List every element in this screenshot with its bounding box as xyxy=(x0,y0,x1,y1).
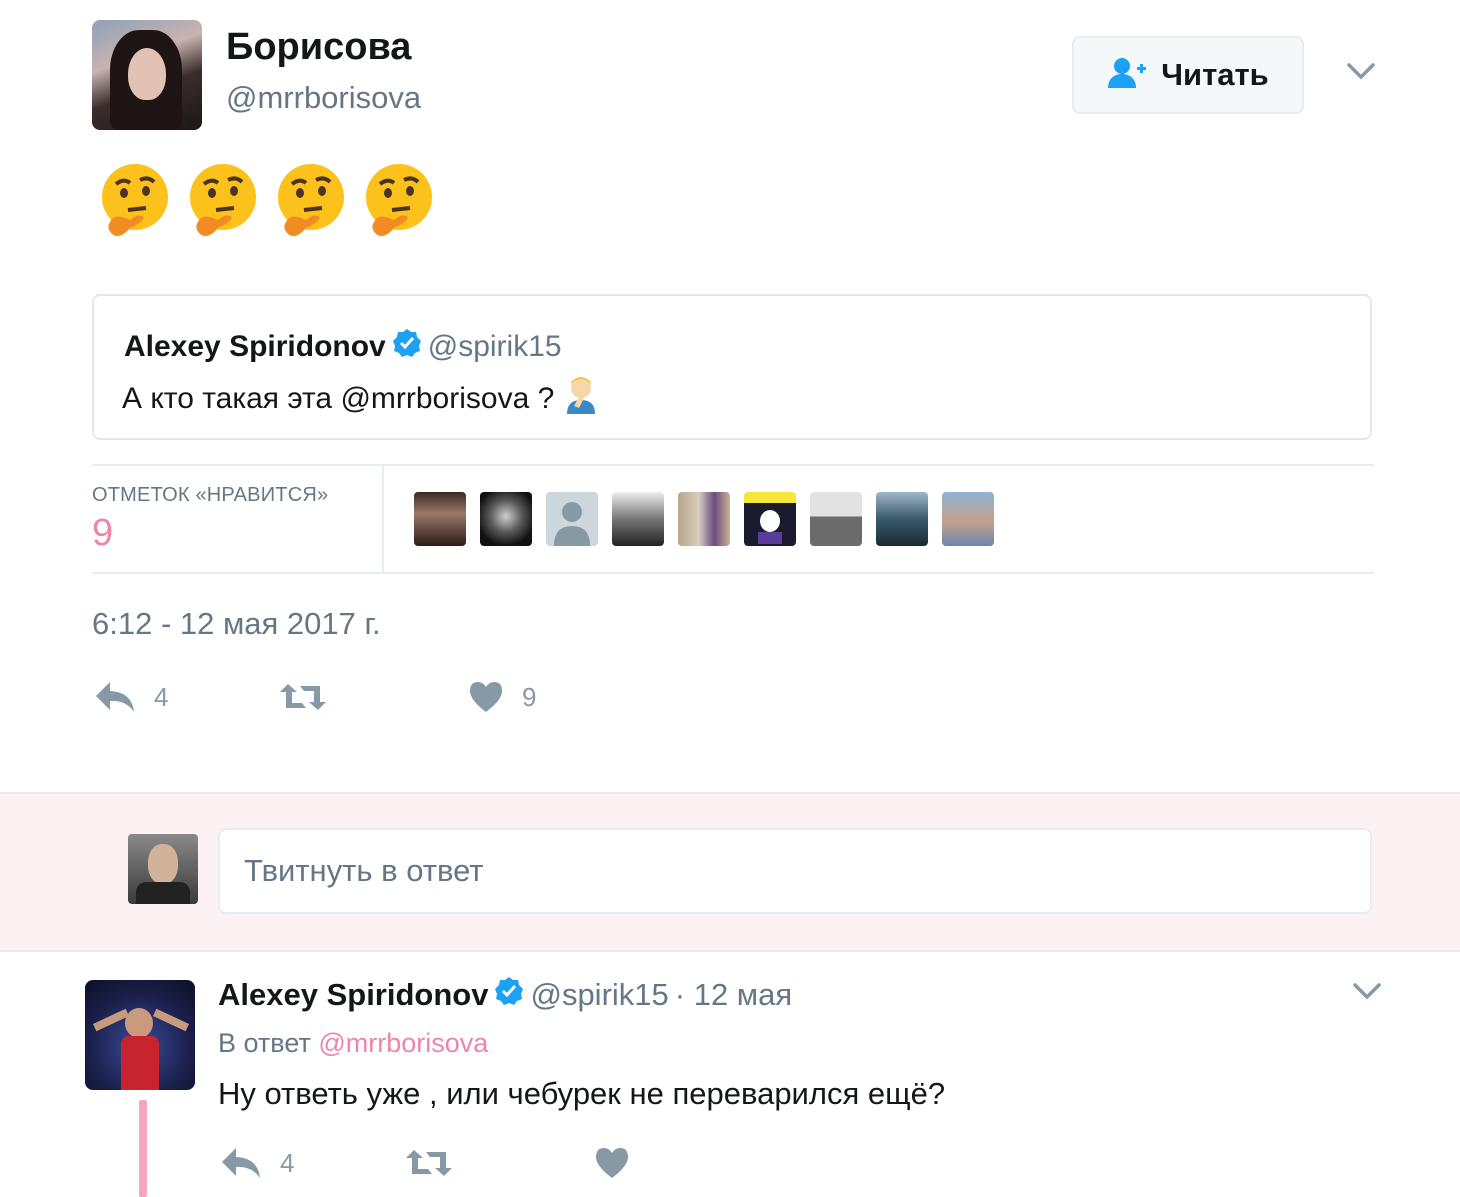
reply-action[interactable]: 4 xyxy=(94,680,168,714)
in-reply-prefix: В ответ xyxy=(218,1028,311,1058)
author-avatar[interactable] xyxy=(92,20,202,130)
liker-avatar[interactable] xyxy=(612,492,664,546)
reply-menu-chevron-down-icon[interactable] xyxy=(1352,980,1382,1007)
verified-badge-icon xyxy=(392,328,422,366)
liker-avatar[interactable] xyxy=(414,492,466,546)
reply-tweet-like-action[interactable] xyxy=(594,1146,630,1180)
quoted-author-handle: @spirik15 xyxy=(427,330,562,363)
reply-tweet-reply-count: 4 xyxy=(280,1147,295,1178)
tweet-menu-chevron-down-icon[interactable] xyxy=(1346,60,1376,87)
liker-avatar[interactable] xyxy=(876,492,928,546)
reply-tweet-retweet-action[interactable] xyxy=(404,1146,454,1180)
tweet-timestamp[interactable]: 6:12 - 12 мая 2017 г. xyxy=(92,606,381,642)
stats-vertical-divider xyxy=(382,466,384,574)
tweet-text-emoji-row xyxy=(100,162,434,242)
follow-button[interactable]: Читать xyxy=(1072,36,1304,114)
like-count: 9 xyxy=(522,681,537,712)
verified-badge-icon xyxy=(494,976,524,1014)
likes-label[interactable]: ОТМЕТОК «НРАВИТСЯ» xyxy=(92,484,328,507)
thread-connector xyxy=(139,1100,147,1197)
liker-avatar[interactable] xyxy=(678,492,730,546)
retweet-icon xyxy=(406,1150,452,1176)
heart-icon xyxy=(596,1148,628,1178)
likes-count[interactable]: 9 xyxy=(92,512,113,555)
reply-count: 4 xyxy=(154,681,169,712)
man-facepalming-icon xyxy=(564,376,598,422)
reply-input-placeholder: Твитнуть в ответ xyxy=(244,853,484,888)
author-handle[interactable]: @mrrborisova xyxy=(226,80,421,116)
reply-tweet-reply-action[interactable]: 4 xyxy=(220,1146,294,1180)
reply-tweet-text: Ну ответь уже , или чебурек не переварил… xyxy=(218,1076,946,1111)
reply-date[interactable]: · 12 мая xyxy=(675,977,792,1013)
liker-avatar-default[interactable] xyxy=(546,492,598,546)
quoted-author-name: Alexey Spiridonov xyxy=(124,330,386,363)
reply-author-handle[interactable]: @spirik15 xyxy=(530,977,668,1013)
stats-top-divider xyxy=(92,464,1374,466)
thinking-face-icon xyxy=(190,164,256,236)
liker-avatar[interactable] xyxy=(480,492,532,546)
reply-icon xyxy=(222,1148,260,1178)
follow-user-icon xyxy=(1107,56,1147,95)
liker-avatar[interactable] xyxy=(942,492,994,546)
likers-avatar-list xyxy=(414,492,994,546)
reply-icon xyxy=(96,682,134,712)
liker-avatar[interactable] xyxy=(744,492,796,546)
in-reply-handle-link[interactable]: @mrrborisova xyxy=(318,1028,488,1058)
reply-author-avatar[interactable] xyxy=(85,980,195,1090)
heart-icon xyxy=(470,682,502,712)
reply-header: Alexey Spiridonov @spirik15 · 12 мая xyxy=(218,976,792,1014)
quoted-tweet-author: Alexey Spiridonov @spirik15 xyxy=(124,328,562,366)
thinking-face-icon xyxy=(102,164,168,236)
reply-author-name[interactable]: Alexey Spiridonov xyxy=(218,977,488,1013)
quoted-tweet-text-row: А кто такая эта @mrrborisova ? xyxy=(122,376,598,422)
like-action[interactable]: 9 xyxy=(468,680,536,714)
in-reply-to: В ответ @mrrborisova xyxy=(218,1028,488,1059)
author-name[interactable]: Борисова xyxy=(226,26,411,69)
quoted-tweet-text: А кто такая эта @mrrborisova ? xyxy=(122,382,555,415)
retweet-action[interactable] xyxy=(278,680,328,714)
thinking-face-icon xyxy=(366,164,432,236)
liker-avatar[interactable] xyxy=(810,492,862,546)
reply-input[interactable]: Твитнуть в ответ xyxy=(218,828,1372,914)
thinking-face-icon xyxy=(278,164,344,236)
follow-button-label: Читать xyxy=(1161,57,1269,92)
current-user-avatar[interactable] xyxy=(128,834,198,904)
quoted-tweet[interactable]: Alexey Spiridonov @spirik15 А кто такая … xyxy=(92,294,1372,440)
stats-bottom-divider xyxy=(92,572,1374,574)
retweet-icon xyxy=(280,684,326,710)
